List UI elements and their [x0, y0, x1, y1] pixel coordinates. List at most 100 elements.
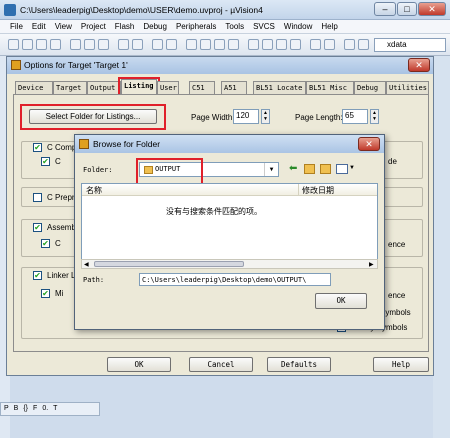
menu-project[interactable]: Project — [81, 22, 106, 31]
tab-functions[interactable]: {} — [23, 405, 28, 412]
navigate-forward-icon[interactable] — [166, 39, 177, 50]
cut-icon[interactable] — [70, 39, 81, 50]
assembler-sub-label: C — [55, 239, 61, 248]
undo-icon[interactable] — [118, 39, 129, 50]
defaults-button[interactable]: Defaults — [267, 357, 331, 372]
comment-icon[interactable] — [276, 39, 287, 50]
page-length-spinner[interactable]: ▲ ▼ — [370, 109, 379, 124]
assembler-sub-checkbox[interactable]: ✔ — [41, 239, 50, 248]
linker-checkbox[interactable]: ✔ — [33, 271, 42, 280]
tab-bl51-misc[interactable]: BL51 Misc — [306, 81, 354, 94]
unindent-icon[interactable] — [262, 39, 273, 50]
help-button[interactable]: Help — [373, 357, 429, 372]
tab-user[interactable]: User — [157, 81, 179, 94]
assembler-right-label: ence — [388, 240, 406, 249]
menu-peripherals[interactable]: Peripherals — [176, 22, 216, 31]
open-file-icon[interactable] — [22, 39, 33, 50]
tab-project[interactable]: P — [4, 405, 9, 412]
bookmark-icon[interactable] — [186, 39, 197, 50]
dialog-icon — [79, 139, 89, 149]
browse-dialog-title: Browse for Folder — [75, 135, 384, 153]
cancel-button[interactable]: Cancel — [189, 357, 253, 372]
bookmark-prev-icon[interactable] — [200, 39, 211, 50]
tab-bl51-locate[interactable]: BL51 Locate — [253, 81, 306, 94]
debug-icon[interactable] — [344, 39, 355, 50]
path-field[interactable]: C:\Users\leaderpig\Desktop\demo\OUTPUT\ — [139, 273, 331, 286]
maximize-icon[interactable]: □ — [397, 2, 417, 16]
c-compiler-right-label: de — [388, 157, 397, 166]
tab-target[interactable]: Target — [53, 81, 87, 94]
page-width-spinner[interactable]: ▲ ▼ — [261, 109, 270, 124]
back-arrow-icon[interactable]: ⬅ — [289, 164, 300, 175]
highlight-box-folder — [136, 158, 203, 186]
menu-svcs[interactable]: SVCS — [253, 22, 275, 31]
tab-utilities[interactable]: Utilities — [386, 81, 429, 94]
horizontal-scrollbar[interactable]: ◀ ▶ — [81, 259, 378, 269]
find-icon[interactable] — [310, 39, 321, 50]
close-icon[interactable]: ✕ — [408, 58, 430, 72]
menu-edit[interactable]: Edit — [32, 22, 46, 31]
view-menu-icon[interactable] — [336, 164, 348, 174]
close-icon[interactable]: ✕ — [358, 137, 380, 151]
chevron-down-icon[interactable]: ▼ — [264, 163, 278, 176]
c-compiler-label: C Comp — [47, 143, 77, 152]
new-file-icon[interactable] — [8, 39, 19, 50]
menu-flash[interactable]: Flash — [115, 22, 135, 31]
paste-icon[interactable] — [98, 39, 109, 50]
save-icon[interactable] — [36, 39, 47, 50]
menu-help[interactable]: Help — [321, 22, 337, 31]
assembler-label: Assemb — [47, 223, 76, 232]
assembler-checkbox[interactable]: ✔ — [33, 223, 42, 232]
tab-books[interactable]: B — [14, 405, 19, 412]
menu-view[interactable]: View — [55, 22, 72, 31]
ok-button[interactable]: OK — [107, 357, 171, 372]
bookmark-clear-icon[interactable] — [228, 39, 239, 50]
copy-icon[interactable] — [84, 39, 95, 50]
uncomment-icon[interactable] — [290, 39, 301, 50]
column-divider — [298, 184, 299, 196]
up-folder-icon[interactable] — [304, 164, 315, 174]
tab-t[interactable]: T — [53, 405, 57, 412]
column-modified[interactable]: 修改日期 — [302, 185, 334, 196]
indent-icon[interactable] — [248, 39, 259, 50]
minimize-icon[interactable]: – — [374, 2, 396, 16]
tab-files[interactable]: F — [33, 405, 37, 412]
tab-a51[interactable]: A51 — [221, 81, 247, 94]
path-label: Path: — [83, 276, 105, 284]
scroll-right-icon[interactable]: ▶ — [369, 261, 374, 268]
menu-window[interactable]: Window — [284, 22, 312, 31]
save-all-icon[interactable] — [50, 39, 61, 50]
menu-file[interactable]: File — [10, 22, 23, 31]
bookmark-next-icon[interactable] — [214, 39, 225, 50]
folder-list[interactable]: 名称 修改日期 没有与搜索条件匹配的项。 — [81, 183, 378, 265]
scrollbar-thumb[interactable] — [94, 261, 244, 267]
tab-output[interactable]: Output — [87, 81, 121, 94]
tab-templates[interactable]: 0. — [42, 405, 48, 412]
close-icon[interactable]: ✕ — [418, 2, 446, 16]
dialog-icon — [11, 60, 21, 70]
menu-tools[interactable]: Tools — [225, 22, 244, 31]
navigate-back-icon[interactable] — [152, 39, 163, 50]
tab-device[interactable]: Device — [15, 81, 53, 94]
scroll-left-icon[interactable]: ◀ — [84, 261, 89, 268]
tab-c51[interactable]: C51 — [189, 81, 215, 94]
toolbar-search-input[interactable]: xdata — [374, 38, 446, 52]
tab-debug[interactable]: Debug — [354, 81, 386, 94]
linker-sub-checkbox[interactable]: ✔ — [41, 289, 50, 298]
menu-debug[interactable]: Debug — [143, 22, 167, 31]
page-width-input[interactable]: 120 — [233, 109, 259, 124]
column-name[interactable]: 名称 — [86, 185, 102, 196]
new-folder-icon[interactable] — [320, 164, 331, 174]
find-in-files-icon[interactable] — [324, 39, 335, 50]
c-compiler-sub-checkbox[interactable]: ✔ — [41, 157, 50, 166]
redo-icon[interactable] — [132, 39, 143, 50]
browse-ok-button[interactable]: OK — [315, 293, 367, 309]
c-compiler-checkbox[interactable]: ✔ — [33, 143, 42, 152]
editor-area — [433, 56, 450, 438]
c-preprocessor-checkbox[interactable] — [33, 193, 42, 202]
empty-message: 没有与搜索条件匹配的项。 — [166, 207, 262, 216]
page-length-input[interactable]: 65 — [342, 109, 368, 124]
breakpoint-icon[interactable] — [358, 39, 369, 50]
chevron-down-icon[interactable]: ▼ — [349, 165, 355, 171]
linker-right-label-1: ence — [388, 291, 406, 300]
